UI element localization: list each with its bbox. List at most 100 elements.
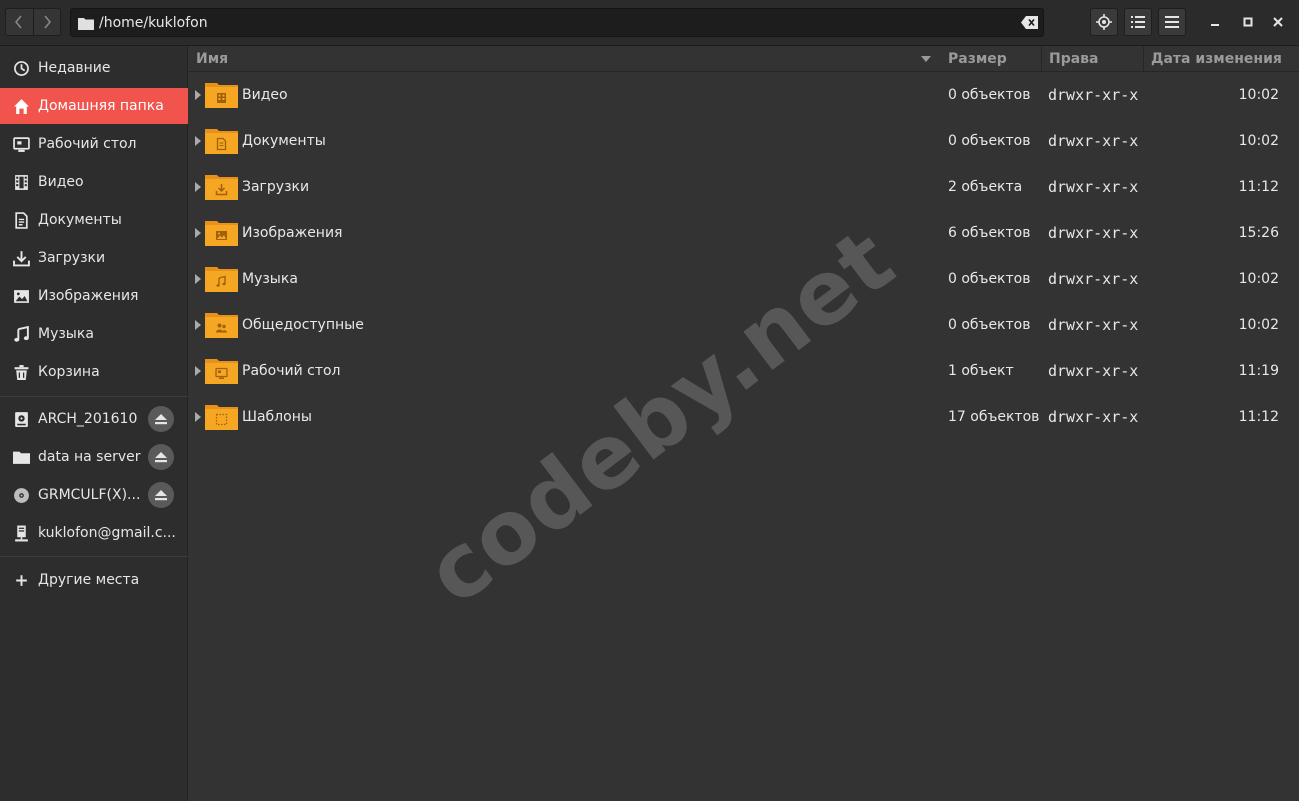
file-modified: 10:02 (1238, 317, 1279, 333)
sidebar-item-label: Загрузки (38, 250, 106, 266)
music-icon (14, 325, 29, 342)
column-permissions-label: Права (1049, 51, 1099, 67)
maximize-icon (1243, 17, 1253, 27)
sidebar-item-documents[interactable]: Документы (0, 202, 188, 238)
column-permissions[interactable]: Права (1041, 46, 1143, 72)
expander-icon[interactable] (195, 320, 201, 330)
path-text: /home/kuklofon (99, 14, 208, 31)
hamburger-icon (1165, 16, 1179, 28)
file-name: Шаблоны (242, 409, 312, 425)
minimize-icon (1211, 24, 1219, 26)
clear-icon[interactable] (1021, 15, 1039, 30)
column-header: Имя Размер Права Дата изменения (189, 46, 1299, 72)
expander-icon[interactable] (195, 228, 201, 238)
column-size[interactable]: Размер (941, 46, 1041, 72)
folder-icon (205, 405, 238, 430)
sidebar-item-home[interactable]: Домашняя папка (0, 88, 188, 124)
expander-icon[interactable] (195, 412, 201, 422)
sidebar: Недавние Домашняя папка Рабочий стол Вид… (0, 46, 188, 801)
menu-button[interactable] (1158, 8, 1186, 36)
file-permissions: drwxr-xr-x (1048, 362, 1139, 380)
column-modified[interactable]: Дата изменения (1143, 46, 1299, 72)
expander-icon[interactable] (195, 136, 201, 146)
sidebar-item-label: Рабочий стол (38, 136, 137, 152)
sidebar-item-recent[interactable]: Недавние (0, 50, 188, 86)
column-size-label: Размер (948, 51, 1007, 67)
plus-icon (16, 574, 27, 586)
sidebar-item-data-server[interactable]: data на server (0, 439, 188, 475)
file-permissions: drwxr-xr-x (1048, 178, 1139, 196)
file-name: Рабочий стол (242, 363, 341, 379)
file-permissions: drwxr-xr-x (1048, 316, 1139, 334)
video-icon (15, 174, 28, 190)
path-bar[interactable]: /home/kuklofon (70, 8, 1044, 37)
sidebar-item-label: Недавние (38, 60, 111, 76)
sidebar-item-optical[interactable]: GRMCULF(X)... (0, 477, 188, 513)
table-row[interactable]: Видео 0 объектов drwxr-xr-x 10:02 (189, 72, 1299, 118)
table-row[interactable]: Загрузки 2 объекта drwxr-xr-x 11:12 (189, 164, 1299, 210)
minimize-button[interactable] (1205, 12, 1225, 32)
column-name-label: Имя (196, 51, 229, 67)
sidebar-item-label: Корзина (38, 364, 100, 380)
locate-button[interactable] (1090, 8, 1118, 36)
file-size: 0 объектов (948, 133, 1031, 149)
close-button[interactable] (1268, 12, 1288, 32)
sidebar-item-trash[interactable]: Корзина (0, 354, 188, 390)
header-bar: /home/kuklofon (0, 0, 1299, 46)
sidebar-item-downloads[interactable]: Загрузки (0, 240, 188, 276)
home-icon (14, 98, 29, 114)
eject-button[interactable] (148, 406, 174, 432)
sidebar-item-network-account[interactable]: kuklofon@gmail.c... (0, 515, 188, 551)
sidebar-item-video[interactable]: Видео (0, 164, 188, 200)
folder-icon (205, 313, 238, 338)
folder-icon (205, 129, 238, 154)
sidebar-item-label: data на server (38, 449, 141, 465)
file-size: 2 объекта (948, 179, 1023, 195)
folder-icon (205, 83, 238, 108)
file-size: 1 объект (948, 363, 1014, 379)
file-size: 0 объектов (948, 271, 1031, 287)
forward-button[interactable] (32, 9, 60, 35)
column-name[interactable]: Имя (189, 46, 941, 72)
list-view-button[interactable] (1124, 8, 1152, 36)
folder-icon (205, 267, 238, 292)
network-server-icon (15, 525, 28, 541)
sidebar-item-label: ARCH_201610 (38, 411, 138, 427)
back-button[interactable] (6, 9, 33, 35)
expander-icon[interactable] (195, 90, 201, 100)
sidebar-item-music[interactable]: Музыка (0, 316, 188, 352)
folder-icon (205, 359, 238, 384)
sidebar-item-other-places[interactable]: Другие места (0, 562, 188, 598)
chevron-right-icon (44, 15, 51, 29)
list-icon (1131, 16, 1145, 28)
eject-icon (155, 413, 167, 424)
column-modified-label: Дата изменения (1151, 51, 1282, 67)
sidebar-item-arch[interactable]: ARCH_201610 (0, 401, 188, 437)
sidebar-item-label: Изображения (38, 288, 139, 304)
image-icon (14, 289, 29, 303)
folder-icon (205, 175, 238, 200)
file-size: 17 объектов (948, 409, 1040, 425)
sort-descending-icon (921, 56, 931, 62)
eject-button[interactable] (148, 482, 174, 508)
sidebar-separator (0, 396, 188, 397)
optical-disc-icon (14, 487, 29, 503)
drive-icon (15, 411, 28, 427)
file-size: 0 объектов (948, 87, 1031, 103)
file-modified: 11:19 (1238, 363, 1279, 379)
file-modified: 11:12 (1238, 409, 1279, 425)
table-row[interactable]: Документы 0 объектов drwxr-xr-x 10:02 (189, 118, 1299, 164)
maximize-button[interactable] (1238, 12, 1258, 32)
file-modified: 10:02 (1238, 271, 1279, 287)
expander-icon[interactable] (195, 274, 201, 284)
sidebar-item-label: Музыка (38, 326, 94, 342)
sidebar-item-desktop[interactable]: Рабочий стол (0, 126, 188, 162)
table-row[interactable]: Изображения 6 объектов drwxr-xr-x 15:26 (189, 210, 1299, 256)
expander-icon[interactable] (195, 366, 201, 376)
expander-icon[interactable] (195, 182, 201, 192)
eject-icon (155, 489, 167, 500)
sidebar-item-label: Домашняя папка (38, 98, 164, 114)
sidebar-item-images[interactable]: Изображения (0, 278, 188, 314)
eject-button[interactable] (148, 444, 174, 470)
file-modified: 11:12 (1238, 179, 1279, 195)
